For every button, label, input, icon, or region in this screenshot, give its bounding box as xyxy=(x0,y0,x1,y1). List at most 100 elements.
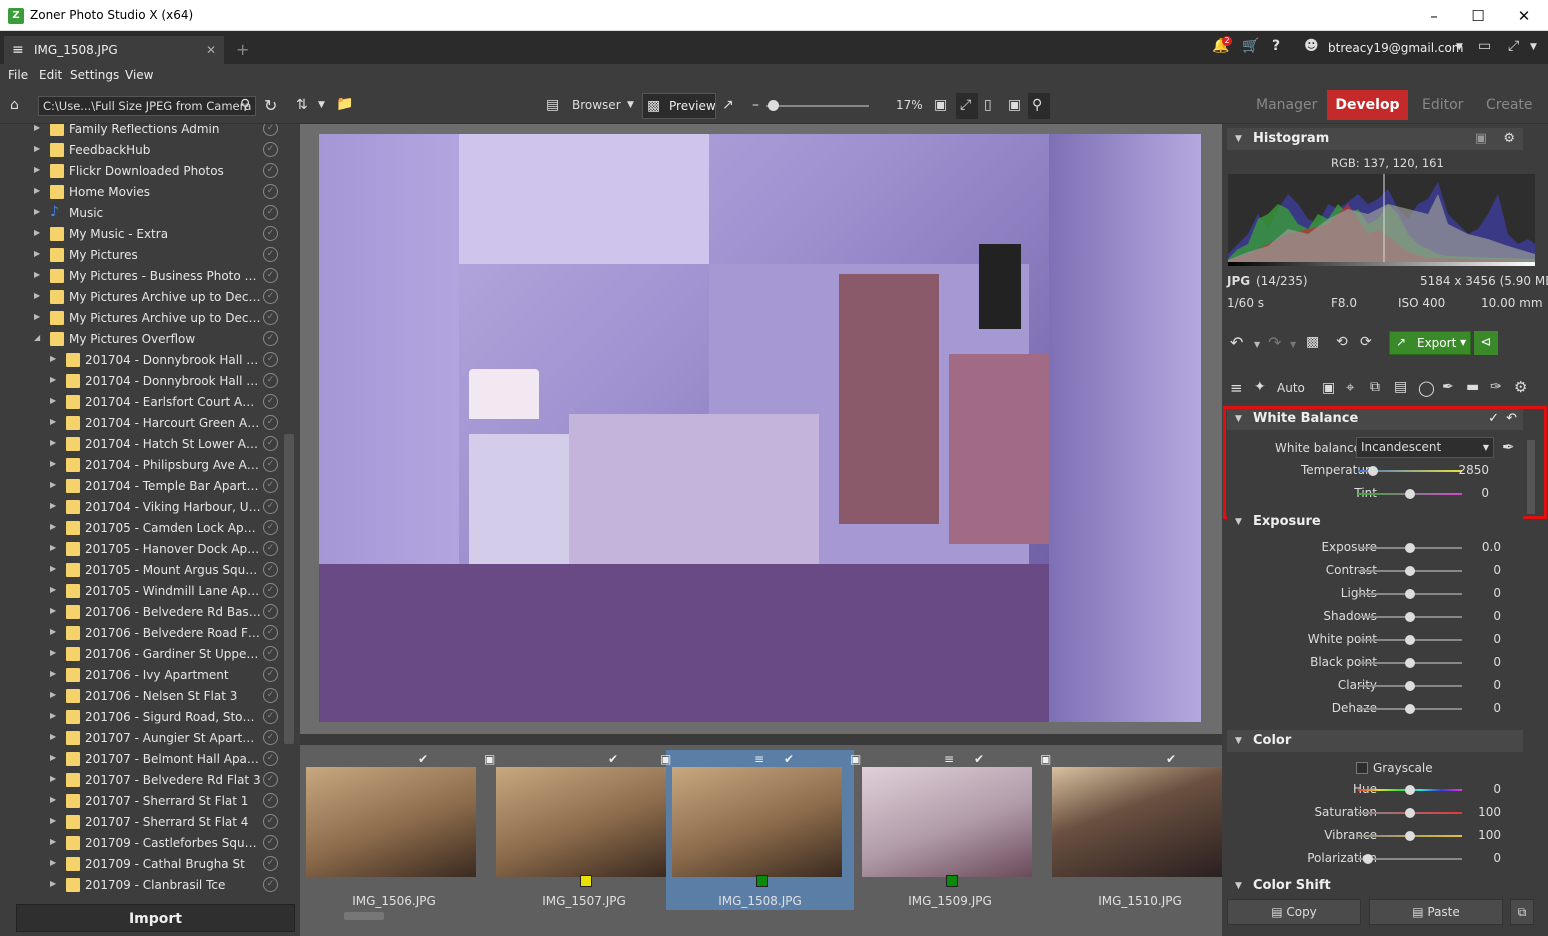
thumbnail-image[interactable] xyxy=(862,767,1032,877)
expand-arrow-icon[interactable]: ▶ xyxy=(50,816,56,825)
tree-item[interactable]: ▶ 201707 - Aungier St Apartment ✓ xyxy=(0,728,290,749)
expand-arrow-icon[interactable]: ▶ xyxy=(34,207,40,216)
slider-value[interactable]: 100 xyxy=(1478,805,1501,819)
filmstrip-item[interactable]: ▣ ✔ IMG_1510.JPG xyxy=(1040,750,1234,910)
minimize-button[interactable]: – xyxy=(1424,6,1444,26)
fullscreen-icon[interactable]: ⤢ xyxy=(1508,38,1519,54)
gradient-filter-icon[interactable]: ▬ xyxy=(1466,379,1479,395)
tree-item[interactable]: ▶ 201709 - Castleforbes Square ✓ xyxy=(0,833,290,854)
slider-value[interactable]: 0 xyxy=(1493,701,1501,715)
thumbnail-image[interactable] xyxy=(306,767,476,877)
zoom-1to1-icon[interactable]: ▣ xyxy=(934,97,947,113)
filmstrip-scrollbar[interactable] xyxy=(344,912,384,920)
menu-view[interactable]: View xyxy=(125,68,153,82)
tree-item[interactable]: ▶ 201707 - Belmont Hall Apartment✓ xyxy=(0,749,290,770)
zoom-out-icon[interactable]: – xyxy=(752,97,759,113)
slider-value[interactable]: 0 xyxy=(1493,632,1501,646)
expand-arrow-icon[interactable]: ▶ xyxy=(50,669,56,678)
settings-gear-icon[interactable]: ⚙ xyxy=(1514,378,1527,396)
expand-arrow-icon[interactable]: ▶ xyxy=(50,690,56,699)
slider-value[interactable]: 0.0 xyxy=(1482,540,1501,554)
lens-icon[interactable]: ▤ xyxy=(1394,379,1407,395)
tree-item[interactable]: ▶ 201706 - Gardiner St Upper Apt ✓ xyxy=(0,644,290,665)
tree-item[interactable]: ▶ Home Movies ✓ xyxy=(0,182,290,203)
tree-item[interactable]: ▶ Flickr Downloaded Photos ✓ xyxy=(0,161,290,182)
color-shift-header[interactable]: ▼ Color Shift xyxy=(1227,876,1523,896)
slider-knob[interactable] xyxy=(1405,808,1415,818)
tree-item[interactable]: ▶ 201704 - Viking Harbour, Usher ...✓ xyxy=(0,497,290,518)
mode-editor[interactable]: Editor xyxy=(1422,97,1463,113)
fit-height-icon[interactable]: ▯ xyxy=(984,97,992,113)
tree-item[interactable]: ▶ My Pictures ✓ xyxy=(0,245,290,266)
tree-item[interactable]: ▶ 201707 - Sherrard St Flat 4 ✓ xyxy=(0,812,290,833)
menu-edit[interactable]: Edit xyxy=(39,68,62,82)
tree-item[interactable]: ▶ 201706 - Nelsen St Flat 3 ✓ xyxy=(0,686,290,707)
new-folder-icon[interactable]: 📁 xyxy=(336,96,353,112)
zoom-slider[interactable] xyxy=(766,105,869,107)
tree-item[interactable]: ▶ 201706 - Belvedere Road Flat ✓ xyxy=(0,623,290,644)
tree-item[interactable]: ▶ 201704 - Harcourt Green Apart...✓ xyxy=(0,413,290,434)
sidebar-scrollbar[interactable] xyxy=(284,434,294,744)
expand-arrow-icon[interactable]: ▶ xyxy=(50,606,56,615)
expand-arrow-icon[interactable]: ▶ xyxy=(34,249,40,258)
preview-button[interactable]: ▩ Preview xyxy=(642,93,716,119)
refresh-icon[interactable]: ↻ xyxy=(264,96,277,115)
browser-button[interactable]: Browser xyxy=(572,98,621,112)
document-tab[interactable]: ≡ IMG_1508.JPG ✕ xyxy=(4,36,224,64)
expand-arrow-icon[interactable]: ▶ xyxy=(50,858,56,867)
account-dropdown-icon[interactable]: ▼ xyxy=(1456,42,1463,52)
zoom-slider-knob[interactable] xyxy=(768,100,779,111)
tree-item[interactable]: ▶ 201704 - Donnybrook Hall - Ses...✓ xyxy=(0,371,290,392)
expand-arrow-icon[interactable]: ▶ xyxy=(50,543,56,552)
filmstrip-item[interactable]: ▣ ≡ ✔ IMG_1509.JPG xyxy=(850,750,1044,910)
home-icon[interactable]: ⌂ xyxy=(10,97,19,113)
camera-icon[interactable]: ▣ xyxy=(1475,128,1487,150)
thumbnail-image[interactable] xyxy=(672,767,842,877)
redo-icon[interactable]: ↷ xyxy=(1268,333,1281,352)
expand-arrow-icon[interactable]: ▶ xyxy=(34,165,40,174)
expand-arrow-icon[interactable]: ▶ xyxy=(34,270,40,279)
expanded-arrow-icon[interactable]: ◢ xyxy=(34,333,40,342)
close-button[interactable]: ✕ xyxy=(1514,6,1534,26)
slider-knob[interactable] xyxy=(1405,658,1415,668)
slider-value[interactable]: 0 xyxy=(1493,851,1501,865)
auto-button[interactable]: Auto xyxy=(1277,381,1305,395)
new-tab-button[interactable]: + xyxy=(236,40,249,59)
tree-item[interactable]: ▶ 201707 - Belvedere Rd Flat 3 ✓ xyxy=(0,770,290,791)
path-input[interactable]: C:\Use...\Full Size JPEG from Camera xyxy=(38,96,256,116)
tree-item[interactable]: ▶ My Pictures Archive up to Dec 201...✓ xyxy=(0,308,290,329)
menu-settings[interactable]: Settings xyxy=(70,68,119,82)
copy-settings-icon[interactable]: ⧉ xyxy=(1510,899,1534,925)
expand-arrow-icon[interactable]: ▶ xyxy=(50,438,56,447)
filmstrip-item[interactable]: ▣ ≡ ✔ IMG_1508.JPG xyxy=(660,750,854,910)
expand-arrow-icon[interactable]: ▶ xyxy=(50,459,56,468)
expand-arrow-icon[interactable]: ▶ xyxy=(34,291,40,300)
browser-dropdown-icon[interactable]: ▼ xyxy=(627,100,634,110)
slider-value[interactable]: 0 xyxy=(1493,655,1501,669)
thumbnail-image[interactable] xyxy=(1052,767,1222,877)
tree-item[interactable]: ▶ 201705 - Windmill Lane Apartm ✓ xyxy=(0,581,290,602)
slider-knob[interactable] xyxy=(1405,635,1415,645)
tree-item[interactable]: ◢ My Pictures Overflow ✓ xyxy=(0,329,290,350)
expand-arrow-icon[interactable]: ▶ xyxy=(50,648,56,657)
tree-item[interactable]: ▶ 201709 - Clanbrasil Tce ✓ xyxy=(0,875,290,896)
sort-icon[interactable]: ⇅ xyxy=(296,97,308,113)
undo-dropdown-icon[interactable]: ▼ xyxy=(1254,340,1260,349)
expand-arrow-icon[interactable]: ▶ xyxy=(50,753,56,762)
brush-icon[interactable]: ✒ xyxy=(1442,379,1454,395)
tree-item[interactable]: ▶ ♪ Music ✓ xyxy=(0,203,290,224)
mode-develop[interactable]: Develop xyxy=(1327,90,1408,120)
tree-item[interactable]: ▶ My Pictures Archive up to Dec 2012✓ xyxy=(0,287,290,308)
color-header[interactable]: ▼ Color xyxy=(1227,730,1523,752)
cart-icon[interactable]: 🛒 xyxy=(1242,38,1259,54)
account-email[interactable]: btreacy19@gmail.com xyxy=(1328,41,1463,55)
expand-arrow-icon[interactable]: ▶ xyxy=(50,585,56,594)
tree-item[interactable]: ▶ 201706 - Belvedere Rd Basemen...✓ xyxy=(0,602,290,623)
tree-item[interactable]: ▶ 201704 - Earlsfort Court Apartm ✓ xyxy=(0,392,290,413)
filmstrip-item[interactable]: ✔ IMG_1506.JPG xyxy=(300,750,488,910)
undo-icon[interactable]: ↶ xyxy=(1230,333,1243,352)
expand-arrow-icon[interactable]: ▶ xyxy=(50,480,56,489)
tree-item[interactable]: ▶ 201704 - Philipsburg Ave Apart...✓ xyxy=(0,455,290,476)
slider-knob[interactable] xyxy=(1405,543,1415,553)
mode-create[interactable]: Create xyxy=(1486,97,1533,113)
